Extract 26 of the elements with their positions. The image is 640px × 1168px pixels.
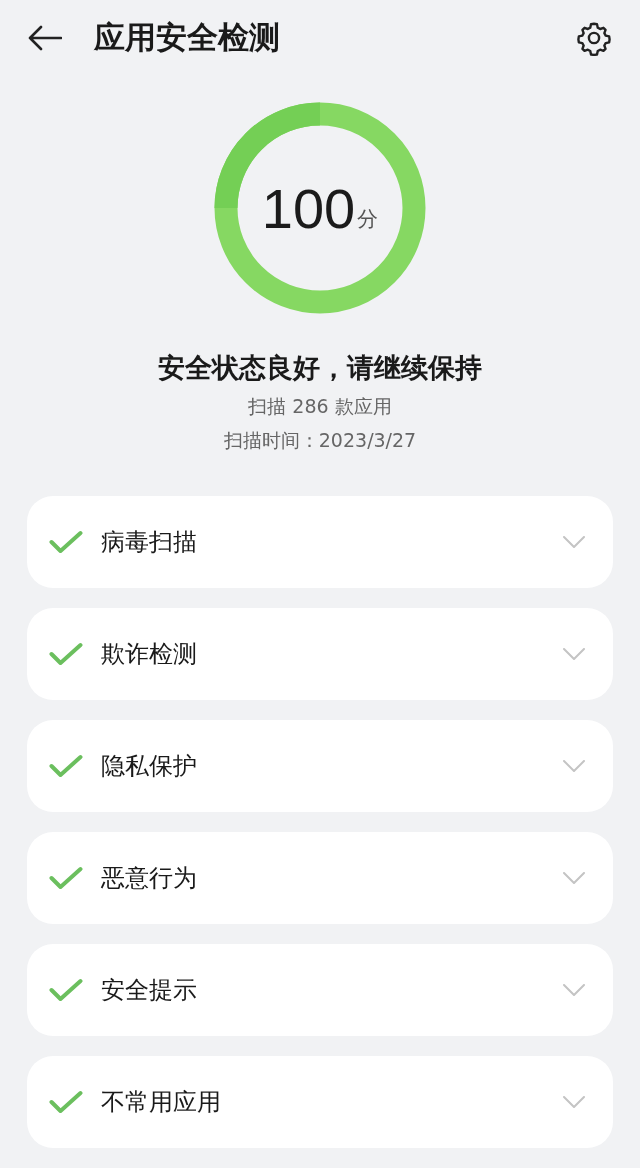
status-text: 安全状态良好，请继续保持: [158, 351, 482, 385]
chevron-icon[interactable]: [563, 1096, 585, 1108]
back-icon[interactable]: [28, 25, 62, 51]
chevron-icon[interactable]: [563, 872, 585, 884]
check-label: 欺诈检测: [101, 639, 198, 670]
settings-icon[interactable]: [576, 20, 612, 56]
check-label: 不常用应用: [101, 1087, 222, 1118]
chevron-icon[interactable]: [563, 536, 585, 548]
score-value: 100: [261, 175, 356, 241]
score-unit: 分: [357, 206, 379, 233]
check-label: 病毒扫描: [101, 527, 198, 558]
check-item[interactable]: 隐私保护: [27, 720, 613, 812]
check-item[interactable]: 欺诈检测: [27, 608, 613, 700]
scan-time: 扫描时间：2023/3/27: [223, 428, 417, 453]
chevron-icon[interactable]: [563, 984, 585, 996]
page-title: 应用安全检测: [94, 18, 281, 57]
check-item[interactable]: 安全提示: [27, 944, 613, 1036]
scan-count: 扫描 286 款应用: [248, 394, 392, 419]
chevron-icon[interactable]: [563, 760, 585, 772]
check-item[interactable]: 病毒扫描: [27, 496, 613, 588]
check-label: 恶意行为: [101, 863, 198, 894]
check-item[interactable]: 不常用应用: [27, 1056, 613, 1148]
check-item[interactable]: 恶意行为: [27, 832, 613, 924]
check-label: 隐私保护: [101, 751, 198, 782]
chevron-icon[interactable]: [563, 648, 585, 660]
check-label: 安全提示: [101, 975, 198, 1006]
